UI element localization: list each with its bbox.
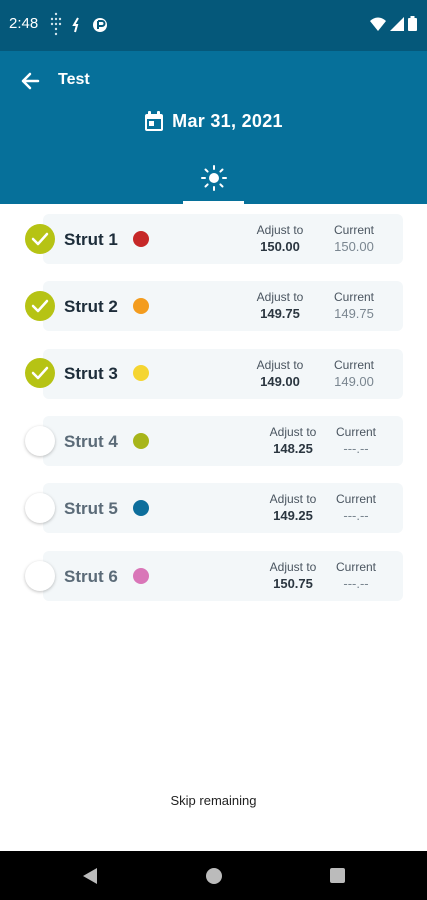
checkmark-icon[interactable]: [25, 358, 55, 388]
current-label: Current: [333, 358, 374, 372]
strut-color-dot: [133, 500, 149, 516]
sun-icon: [200, 165, 227, 191]
current-label: Current: [335, 560, 376, 574]
adjust-column: Adjust to 149.25: [263, 492, 323, 523]
app-badge-icon: [93, 18, 107, 32]
link-icon: [72, 17, 79, 33]
nav-home-icon[interactable]: [206, 868, 222, 884]
strut-name: Strut 4: [64, 432, 118, 451]
current-value: 149.75: [334, 306, 374, 321]
check-circle-empty-icon[interactable]: [25, 493, 55, 523]
date-selector[interactable]: Mar 31, 2021: [0, 111, 427, 132]
current-value: ---.--: [343, 441, 369, 456]
adjust-column: Adjust to 150.75: [263, 560, 323, 591]
strut-name: Strut 6: [64, 567, 118, 586]
back-button[interactable]: [18, 68, 44, 94]
check-circle-empty-icon[interactable]: [25, 426, 55, 456]
check-circle-empty-icon[interactable]: [25, 561, 55, 591]
strut-color-dot: [133, 568, 149, 584]
adjust-value: 150.00: [260, 239, 300, 254]
strut-name: Strut 5: [64, 499, 118, 518]
signal-icon: [390, 16, 404, 31]
wifi-icon: [370, 17, 386, 31]
current-label: Current: [335, 492, 376, 506]
calendar-icon: [145, 111, 164, 131]
strut-color-dot: [133, 433, 149, 449]
battery-icon: [408, 16, 417, 31]
adjust-column: Adjust to 149.00: [250, 358, 310, 389]
adjust-column: Adjust to 149.75: [250, 290, 310, 321]
adjust-label: Adjust to: [269, 560, 317, 574]
strut-name: Strut 1: [64, 230, 118, 249]
current-column: Current ---.--: [330, 560, 382, 591]
adjust-value: 149.75: [260, 306, 300, 321]
adjust-column: Adjust to 148.25: [263, 425, 323, 456]
strut-color-dot: [133, 298, 149, 314]
nav-back-icon[interactable]: [82, 867, 98, 885]
checkmark-icon[interactable]: [25, 224, 55, 254]
adjust-label: Adjust to: [256, 290, 304, 304]
current-column: Current 150.00: [326, 223, 382, 254]
adjust-label: Adjust to: [269, 425, 317, 439]
adjust-label: Adjust to: [269, 492, 317, 506]
current-column: Current 149.75: [326, 290, 382, 321]
arrow-back-icon: [21, 72, 40, 90]
dots-grid-icon: [50, 12, 62, 36]
current-column: Current ---.--: [330, 492, 382, 523]
status-bar: 2:48: [0, 0, 427, 51]
adjust-value: 150.75: [273, 576, 313, 591]
current-value: 149.00: [334, 374, 374, 389]
strut-name: Strut 3: [64, 364, 118, 383]
current-label: Current: [335, 425, 376, 439]
current-column: Current 149.00: [326, 358, 382, 389]
adjust-value: 149.00: [260, 374, 300, 389]
strut-name: Strut 2: [64, 297, 118, 316]
page-title: Test: [58, 71, 90, 88]
date-label: Mar 31, 2021: [172, 111, 283, 131]
adjust-value: 149.25: [273, 508, 313, 523]
adjust-label: Adjust to: [256, 223, 304, 237]
current-column: Current ---.--: [330, 425, 382, 456]
checkmark-icon[interactable]: [25, 291, 55, 321]
current-value: ---.--: [343, 508, 369, 523]
system-nav-bar: [0, 851, 427, 900]
status-system-icons: [370, 16, 417, 31]
current-value: ---.--: [343, 576, 369, 591]
skip-remaining-button[interactable]: Skip remaining: [0, 793, 427, 808]
strut-color-dot: [133, 231, 149, 247]
current-value: 150.00: [334, 239, 374, 254]
status-time: 2:48: [9, 15, 39, 32]
tab-sun[interactable]: [183, 161, 244, 204]
current-label: Current: [333, 223, 374, 237]
tab-indicator: [183, 201, 244, 204]
nav-recents-icon[interactable]: [330, 868, 345, 883]
current-label: Current: [333, 290, 374, 304]
app-bar: Test Mar 31, 2021: [0, 51, 427, 204]
adjust-value: 148.25: [273, 441, 313, 456]
strut-color-dot: [133, 365, 149, 381]
adjust-column: Adjust to 150.00: [250, 223, 310, 254]
status-notification-icons: [50, 12, 108, 38]
adjust-label: Adjust to: [256, 358, 304, 372]
